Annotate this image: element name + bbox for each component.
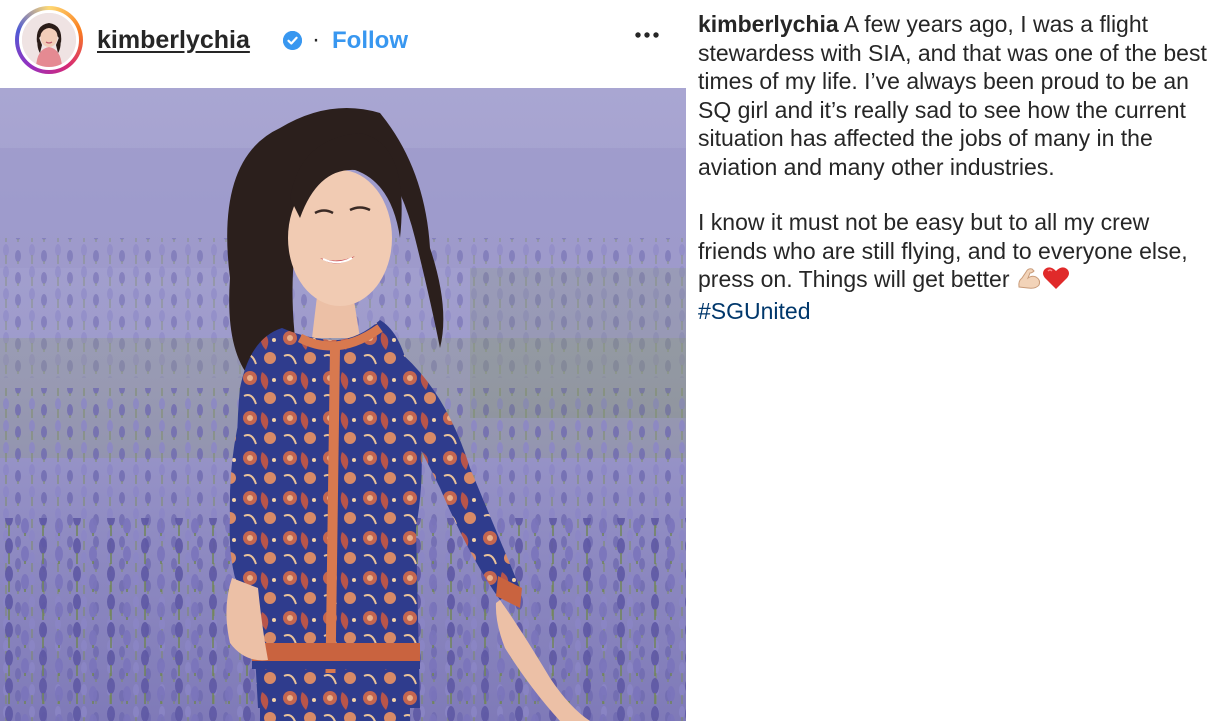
avatar[interactable] bbox=[19, 10, 79, 70]
red-heart-icon bbox=[1042, 266, 1070, 297]
verified-badge-icon bbox=[283, 31, 302, 50]
caption-paragraph-1: kimberlychia A few years ago, I was a fl… bbox=[698, 10, 1208, 181]
flexed-biceps-icon bbox=[1016, 266, 1042, 297]
caption: kimberlychia A few years ago, I was a fl… bbox=[698, 10, 1208, 325]
caption-paragraph-2: I know it must not be easy but to all my… bbox=[698, 208, 1208, 325]
hashtag-link[interactable]: #SGUnited bbox=[698, 298, 811, 324]
follow-button[interactable]: Follow bbox=[332, 27, 408, 55]
post-photo[interactable] bbox=[0, 88, 686, 721]
more-options-icon[interactable] bbox=[634, 22, 660, 55]
story-ring[interactable] bbox=[15, 6, 83, 74]
separator-dot: · bbox=[312, 26, 320, 53]
post-image bbox=[0, 88, 686, 721]
username-link[interactable]: kimberlychia bbox=[97, 26, 250, 55]
caption-author-link[interactable]: kimberlychia bbox=[698, 11, 839, 37]
post-header: kimberlychia · Follow bbox=[0, 0, 686, 86]
caption-text-2: I know it must not be easy but to all my… bbox=[698, 209, 1188, 292]
